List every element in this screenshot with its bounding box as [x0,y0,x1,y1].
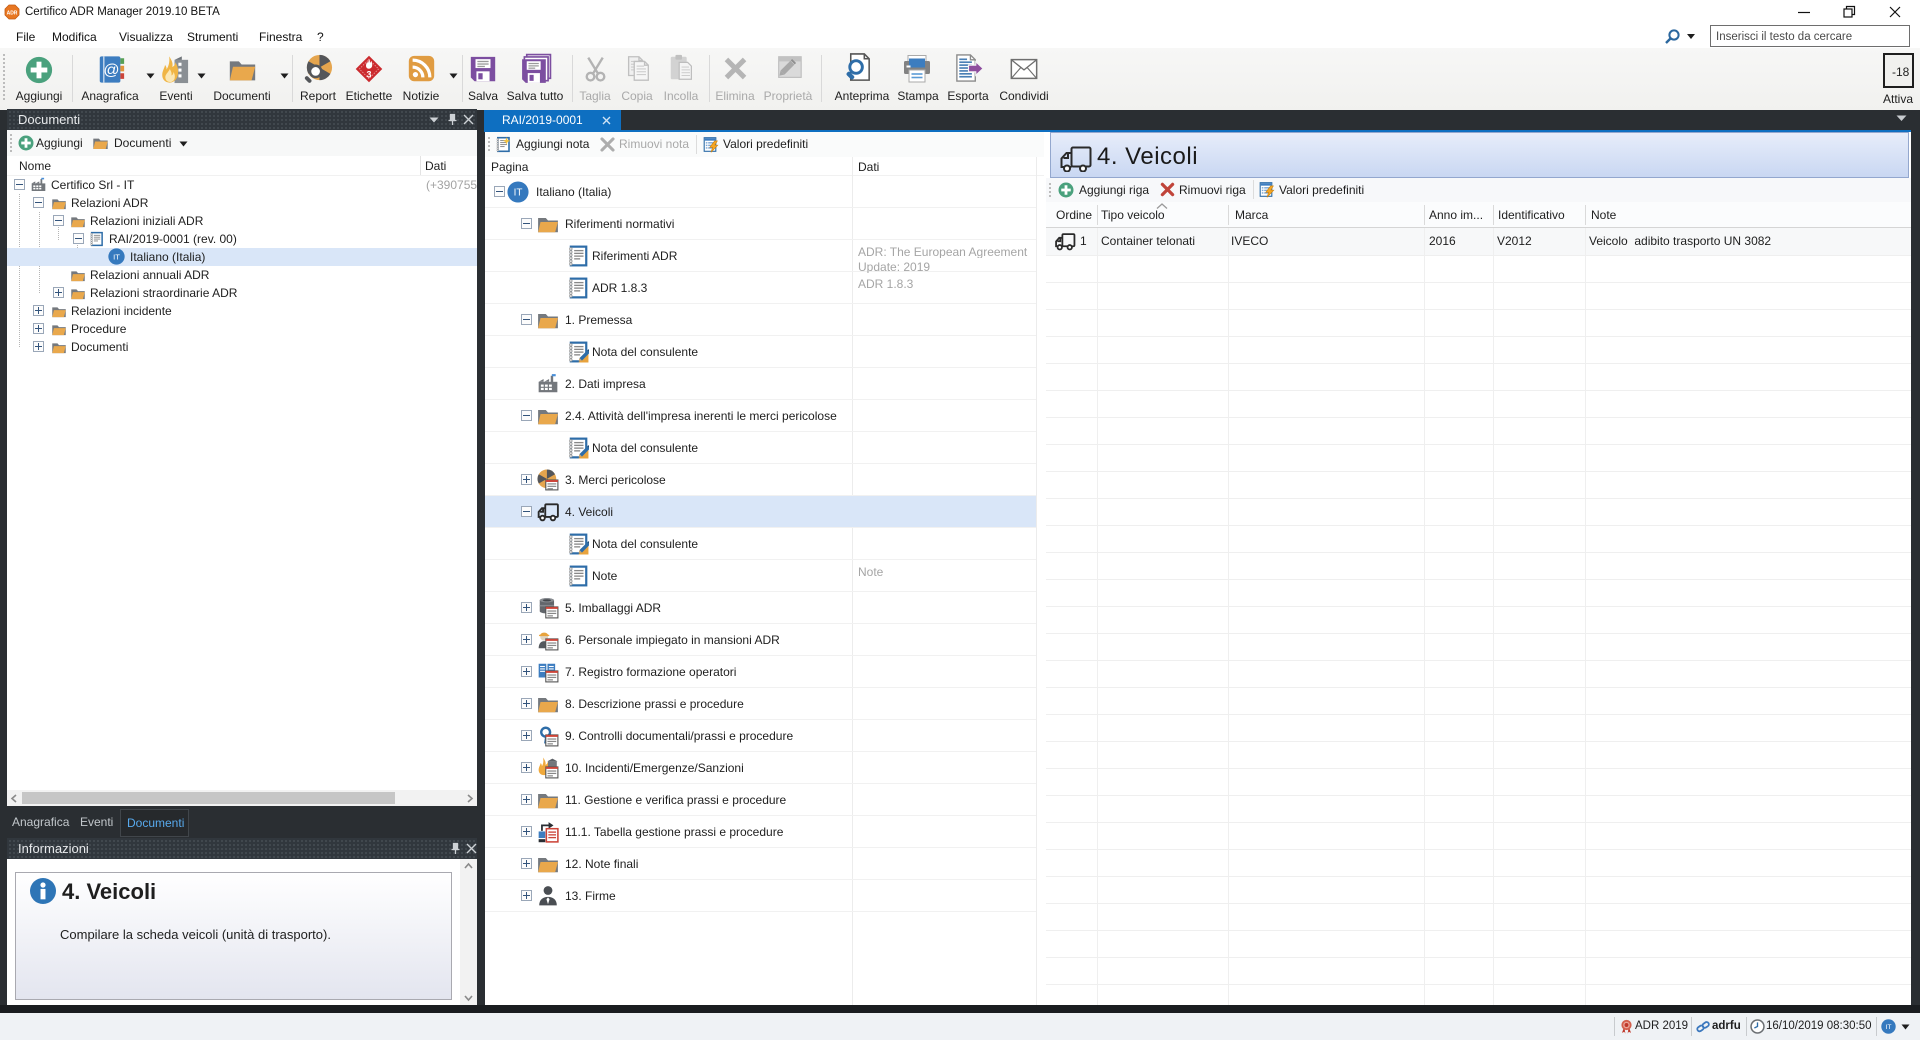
svg-text:IT: IT [1886,1024,1892,1031]
svg-text:IT: IT [514,188,523,199]
svg-text:ADR: ADR [7,11,18,17]
svg-text:IT: IT [113,252,120,261]
svg-text:3: 3 [366,70,371,80]
svg-text:@: @ [103,62,119,79]
